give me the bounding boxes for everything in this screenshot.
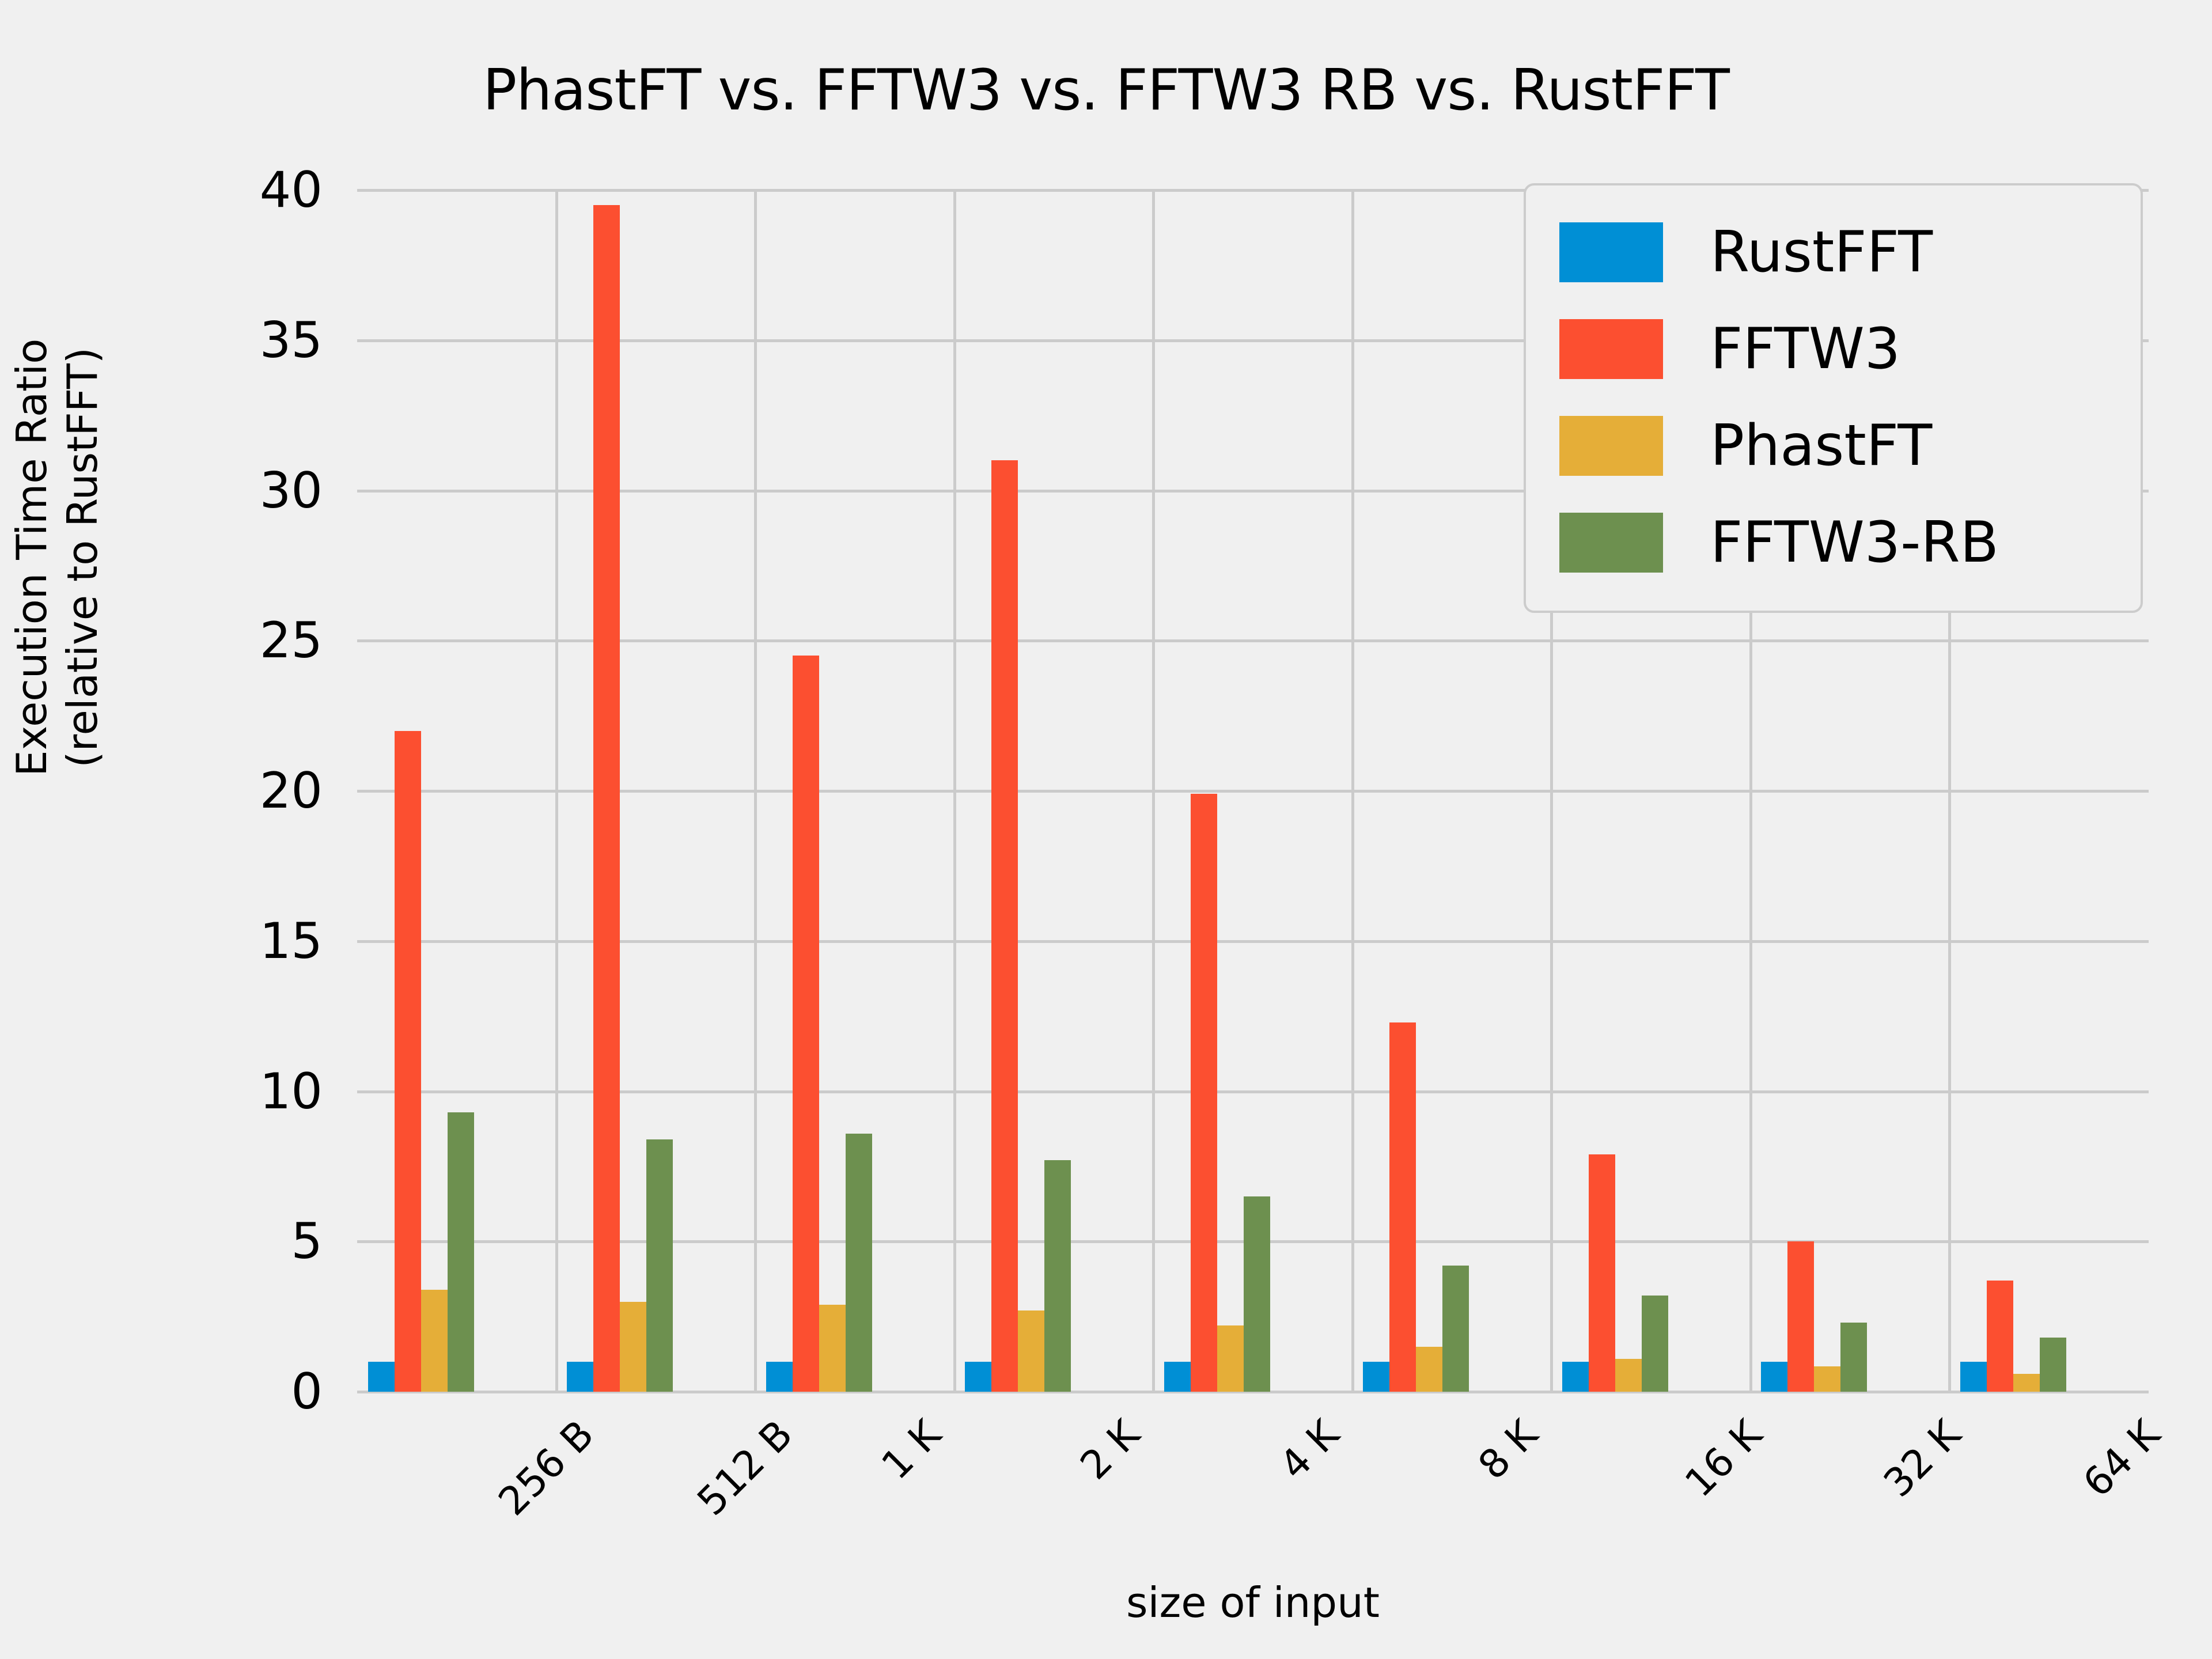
bar-fftw3-512-b xyxy=(593,205,620,1392)
y-tick-label: 10 xyxy=(259,1062,323,1120)
bar-phastft-2-k xyxy=(1018,1310,1045,1392)
bar-fftw3-rb-32-k xyxy=(1840,1323,1868,1392)
legend-item-rustfft[interactable]: RustFFT xyxy=(1559,212,1933,293)
legend: RustFFT FFTW3 PhastFT FFTW3-RB xyxy=(1524,183,2143,613)
bar-fftw3-4-k xyxy=(1190,794,1217,1392)
y-tick-label: 0 xyxy=(291,1363,323,1421)
gridline-x-4 xyxy=(1152,190,1156,1392)
bar-phastft-4-k xyxy=(1217,1325,1244,1392)
y-tick-label: 25 xyxy=(259,612,323,670)
bar-phastft-8-k xyxy=(1416,1346,1443,1392)
bar-phastft-16-k xyxy=(1615,1358,1642,1392)
bar-rustfft-2-k xyxy=(965,1361,992,1392)
gridline-x-3 xyxy=(953,190,956,1392)
bar-rustfft-8-k xyxy=(1363,1361,1390,1392)
bar-fftw3-16-k xyxy=(1588,1154,1615,1392)
bar-fftw3-rb-2-k xyxy=(1044,1160,1071,1392)
legend-swatch-icon xyxy=(1559,319,1663,379)
legend-swatch-icon xyxy=(1559,513,1663,573)
gridline-x-5 xyxy=(1351,190,1354,1392)
bar-fftw3-rb-16-k xyxy=(1641,1296,1668,1392)
bar-phastft-256-b xyxy=(421,1289,448,1392)
bar-fftw3-rb-4-k xyxy=(1243,1196,1270,1392)
gridline-y-25 xyxy=(357,639,2149,643)
bar-fftw3-rb-512-b xyxy=(646,1139,673,1392)
bar-fftw3-256-b xyxy=(394,730,421,1392)
bar-fftw3-rb-8-k xyxy=(1442,1265,1469,1392)
legend-label: FFTW3-RB xyxy=(1710,510,1999,575)
bar-fftw3-1-k xyxy=(792,656,819,1392)
bar-fftw3-32-k xyxy=(1787,1241,1815,1392)
bar-phastft-1-k xyxy=(819,1304,846,1392)
y-tick-label: 5 xyxy=(291,1213,323,1271)
legend-item-phastft[interactable]: PhastFT xyxy=(1559,406,1932,486)
bar-phastft-32-k xyxy=(1814,1366,1841,1392)
bar-phastft-512-b xyxy=(620,1301,647,1392)
bar-rustfft-4-k xyxy=(1164,1361,1191,1392)
bar-fftw3-rb-1-k xyxy=(845,1133,872,1392)
y-tick-label: 40 xyxy=(259,161,323,219)
legend-swatch-icon xyxy=(1559,222,1663,282)
gridline-y-15 xyxy=(357,940,2149,943)
bar-phastft-64-k xyxy=(2013,1373,2040,1392)
bar-fftw3-64-k xyxy=(1987,1281,2014,1392)
gridline-y-20 xyxy=(357,790,2149,793)
gridline-x-2 xyxy=(754,190,757,1392)
y-tick-label: 15 xyxy=(259,912,323,970)
legend-label: PhastFT xyxy=(1710,413,1933,479)
gridline-x-1 xyxy=(555,190,558,1392)
legend-label: RustFFT xyxy=(1710,219,1933,285)
bar-rustfft-1-k xyxy=(766,1361,793,1392)
y-tick-label: 30 xyxy=(259,461,323,520)
y-tick-label: 35 xyxy=(259,311,323,369)
bar-rustfft-512-b xyxy=(567,1361,594,1392)
gridline-y-10 xyxy=(357,1090,2149,1093)
bar-fftw3-2-k xyxy=(991,460,1018,1392)
x-axis-label: size of input xyxy=(1126,1578,1380,1627)
bar-fftw3-rb-256-b xyxy=(447,1112,474,1392)
bar-rustfft-16-k xyxy=(1562,1361,1589,1392)
bar-rustfft-64-k xyxy=(1960,1361,1987,1392)
legend-swatch-icon xyxy=(1559,416,1663,476)
figure: PhastFT vs. FFTW3 vs. FFTW3 RB vs. RustF… xyxy=(0,0,2212,1659)
legend-item-fftw3-rb[interactable]: FFTW3-RB xyxy=(1559,502,1999,583)
bar-rustfft-32-k xyxy=(1761,1361,1788,1392)
bar-fftw3-rb-64-k xyxy=(2040,1338,2067,1392)
legend-item-fftw3[interactable]: FFTW3 xyxy=(1559,309,1900,389)
bar-fftw3-8-k xyxy=(1389,1022,1416,1392)
legend-label: FFTW3 xyxy=(1710,316,1901,382)
bar-rustfft-256-b xyxy=(368,1361,395,1392)
y-tick-label: 20 xyxy=(259,762,323,820)
